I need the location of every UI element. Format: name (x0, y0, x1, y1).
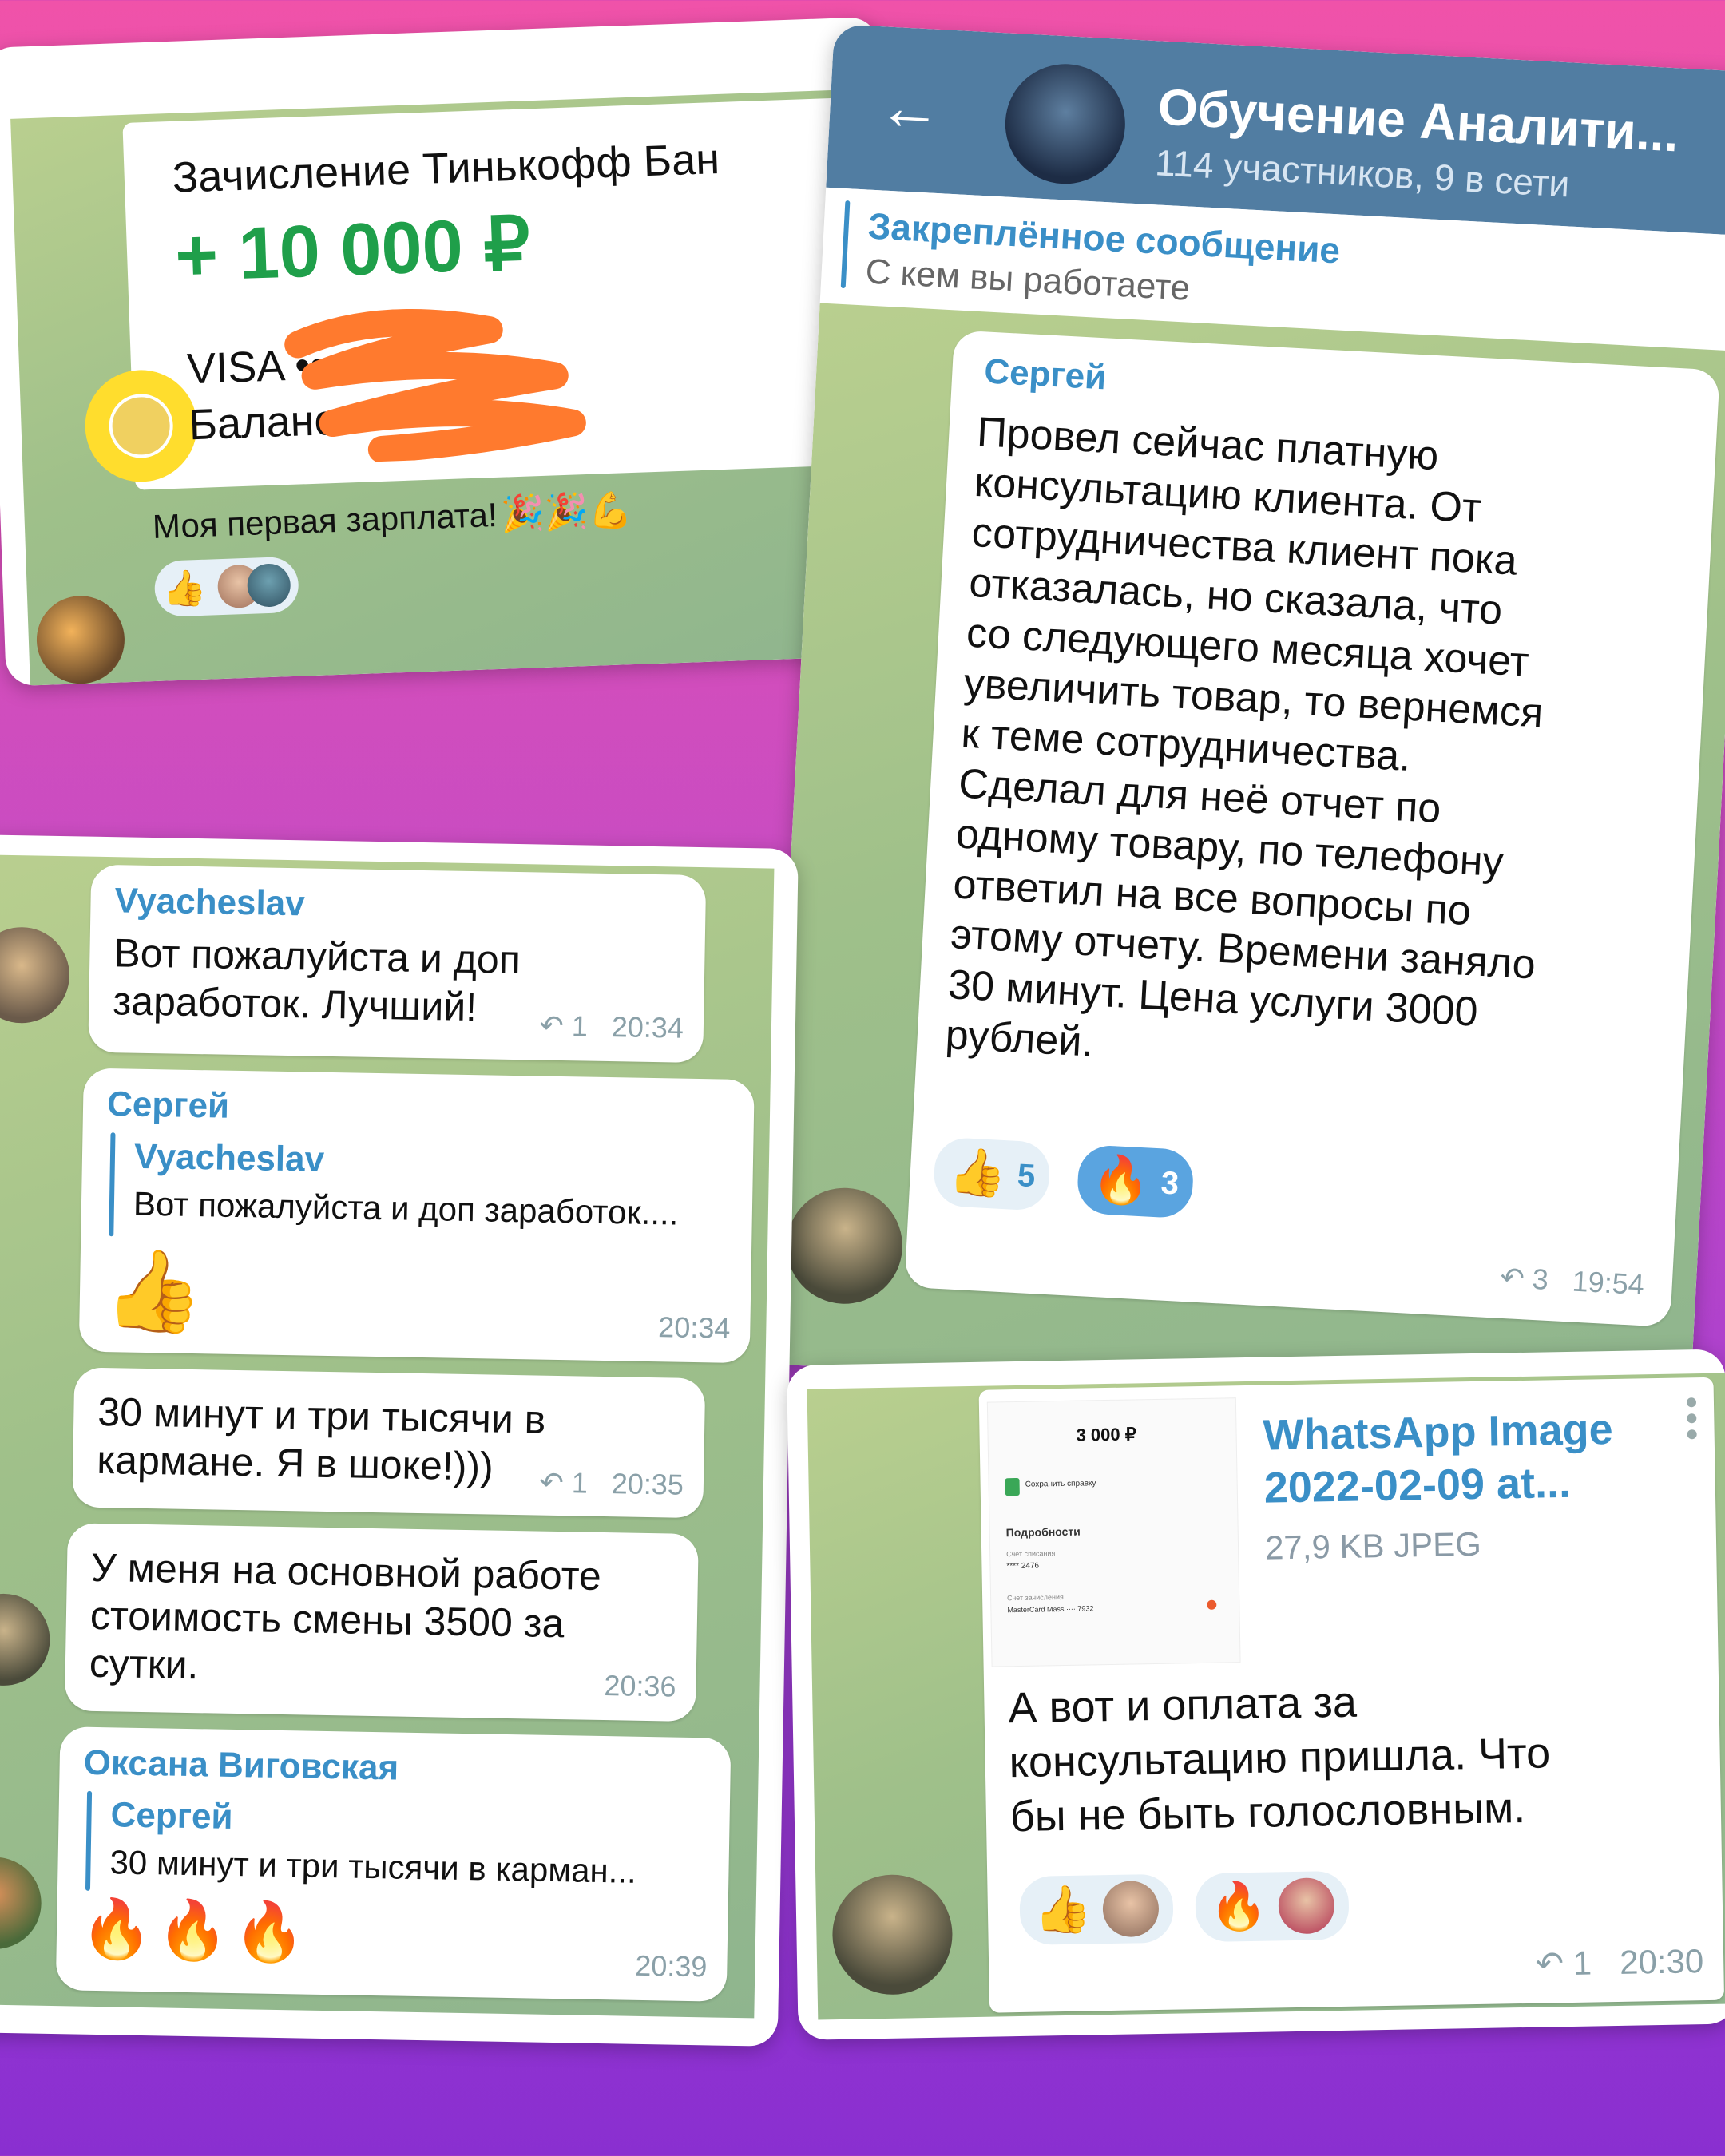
message-text: У меня на основной работе (90, 1544, 602, 1599)
message-meta: ↶ 1 20:34 (539, 1009, 684, 1045)
reply-quote-bar (85, 1790, 93, 1891)
message-time: 20:39 (634, 1948, 708, 1984)
fire-icon: 🔥🔥🔥 (80, 1896, 311, 1965)
chat-replies-card: Vyacheslav Вот пожалуйста и доп заработо… (0, 834, 799, 2047)
debit-account-label: Счет списания (1006, 1549, 1056, 1559)
thumbs-up-icon: 👍 (1033, 1883, 1092, 1936)
details-title: Подробности (1005, 1524, 1081, 1540)
group-avatar[interactable] (1002, 61, 1128, 188)
reply-icon[interactable]: ↶ (539, 1466, 564, 1500)
thumbs-up-icon: 👍 (947, 1145, 1008, 1201)
more-options-icon[interactable] (1686, 1397, 1699, 1440)
message-text: стоимость смены 3500 за (89, 1592, 565, 1647)
message-bubble[interactable]: 30 минут и три тысячи в кармане. Я в шок… (72, 1367, 706, 1519)
reply-count[interactable]: 1 (571, 1466, 588, 1499)
credit-account-value: MasterCard Mass ···· 7932 (1007, 1604, 1094, 1615)
reaction-count: 5 (1016, 1157, 1037, 1194)
payment-proof-card: 3 000 ₽ Сохранить справку Подробности Сч… (787, 1349, 1725, 2040)
message-time: 20:35 (611, 1467, 684, 1501)
message-time: 20:34 (611, 1010, 684, 1044)
message-bubble[interactable]: Vyacheslav Вот пожалуйста и доп заработо… (88, 864, 707, 1064)
redaction-scribble (284, 308, 586, 463)
message-text: сутки. (89, 1640, 199, 1688)
quoted-sender[interactable]: Сергей (110, 1795, 233, 1837)
fire-icon: 🔥 (1209, 1880, 1268, 1933)
message-text: 30 минут и три тысячи в (97, 1389, 546, 1442)
message-time: 19:54 (1571, 1264, 1645, 1302)
reaction-thumbs-up[interactable]: 👍 5 (932, 1136, 1052, 1212)
message-text: Провел сейчас платную консультацию клиен… (944, 409, 1545, 1066)
reply-quote-bar (109, 1132, 116, 1237)
message-bubble[interactable]: Сергей Провел сейчас платную консультаци… (904, 330, 1720, 1327)
message-meta: ↶ 1 20:30 (1535, 1941, 1703, 1984)
reaction-fire[interactable]: 🔥 3 (1076, 1143, 1196, 1219)
reply-count[interactable]: 1 (1572, 1944, 1592, 1982)
quoted-sender[interactable]: Vyacheslav (134, 1137, 325, 1180)
message-text: заработок. Лучший! (112, 978, 478, 1030)
message-sender[interactable]: Сергей (983, 351, 1107, 398)
message-text: А вот и оплата за консультацию пришла. Ч… (1008, 1678, 1551, 1841)
reaction-fire[interactable]: 🔥 (1195, 1870, 1350, 1943)
message-sender[interactable]: Оксана Виговская (83, 1743, 399, 1789)
reaction-thumbs-up[interactable]: 👍 (1019, 1873, 1174, 1946)
avatar (1102, 1880, 1160, 1938)
message-text: Вот пожалуйста и доп (113, 930, 521, 983)
quoted-text[interactable]: Вот пожалуйста и доп заработок.... (133, 1185, 679, 1233)
message-sender[interactable]: Сергей (107, 1084, 230, 1127)
receipt-thumbnail[interactable]: 3 000 ₽ Сохранить справку Подробности Сч… (986, 1397, 1241, 1667)
debit-account-value: **** 2476 (1006, 1561, 1040, 1571)
message-bubble[interactable]: 3 000 ₽ Сохранить справку Подробности Сч… (978, 1377, 1725, 2013)
avatar (247, 563, 291, 608)
credited-amount: + 10 000 ₽ (173, 203, 532, 297)
thumbs-up-icon: 👍 (103, 1246, 204, 1338)
thumbs-up-icon: 👍 (161, 568, 208, 609)
reply-icon[interactable]: ↶ (1500, 1261, 1525, 1295)
message-bubble[interactable]: У меня на основной работе стоимость смен… (64, 1523, 699, 1722)
bank-title: Зачисление Тинькофф Бан (171, 134, 720, 202)
quoted-text[interactable]: 30 минут и три тысячи в карман... (109, 1843, 636, 1890)
file-size: 27,9 KB JPEG (1264, 1524, 1482, 1567)
avatar (1278, 1877, 1335, 1935)
reply-count[interactable]: 3 (1532, 1262, 1549, 1296)
bank-notification: Зачисление Тинькофф Бан + 10 000 ₽ VISA … (83, 96, 894, 490)
back-arrow-icon[interactable]: ← (876, 70, 944, 145)
reply-icon[interactable]: ↶ (539, 1009, 564, 1043)
receipt-amount: 3 000 ₽ (1076, 1424, 1136, 1445)
document-icon (1005, 1477, 1020, 1496)
message-sender[interactable]: Vyacheslav (114, 881, 305, 924)
message-meta: ↶ 3 19:54 (1500, 1261, 1645, 1302)
file-name[interactable]: WhatsApp Image 2022-02-09 at... (1263, 1403, 1614, 1515)
message-text: кармане. Я в шоке!))) (96, 1437, 494, 1489)
credit-account-label: Счет зачисления (1007, 1592, 1064, 1603)
salary-card: Зачисление Тинькофф Бан + 10 000 ₽ VISA … (0, 16, 901, 687)
message-time: 20:30 (1619, 1942, 1704, 1981)
reply-icon[interactable]: ↶ (1535, 1944, 1564, 1983)
group-chat-card: ← Обучение Аналити... 114 участников, 9 … (764, 24, 1725, 1413)
message-time: 20:36 (604, 1669, 676, 1703)
reply-count[interactable]: 1 (571, 1009, 588, 1042)
save-receipt: Сохранить справку (1025, 1479, 1096, 1489)
fire-icon: 🔥 (1091, 1152, 1152, 1208)
message-meta: ↶ 1 20:35 (539, 1466, 684, 1502)
message-bubble[interactable]: Сергей Vyacheslav Вот пожалуйста и доп з… (78, 1068, 755, 1364)
party-icon: 🎉🎉💪 (500, 490, 633, 534)
reaction-thumbs-up[interactable]: 👍 (153, 556, 299, 617)
mastercard-icon (1207, 1599, 1217, 1610)
message-bubble[interactable]: Оксана Виговская Сергей 30 минут и три т… (55, 1726, 732, 2002)
reaction-count: 3 (1160, 1164, 1180, 1202)
message-time: 20:34 (657, 1310, 731, 1345)
